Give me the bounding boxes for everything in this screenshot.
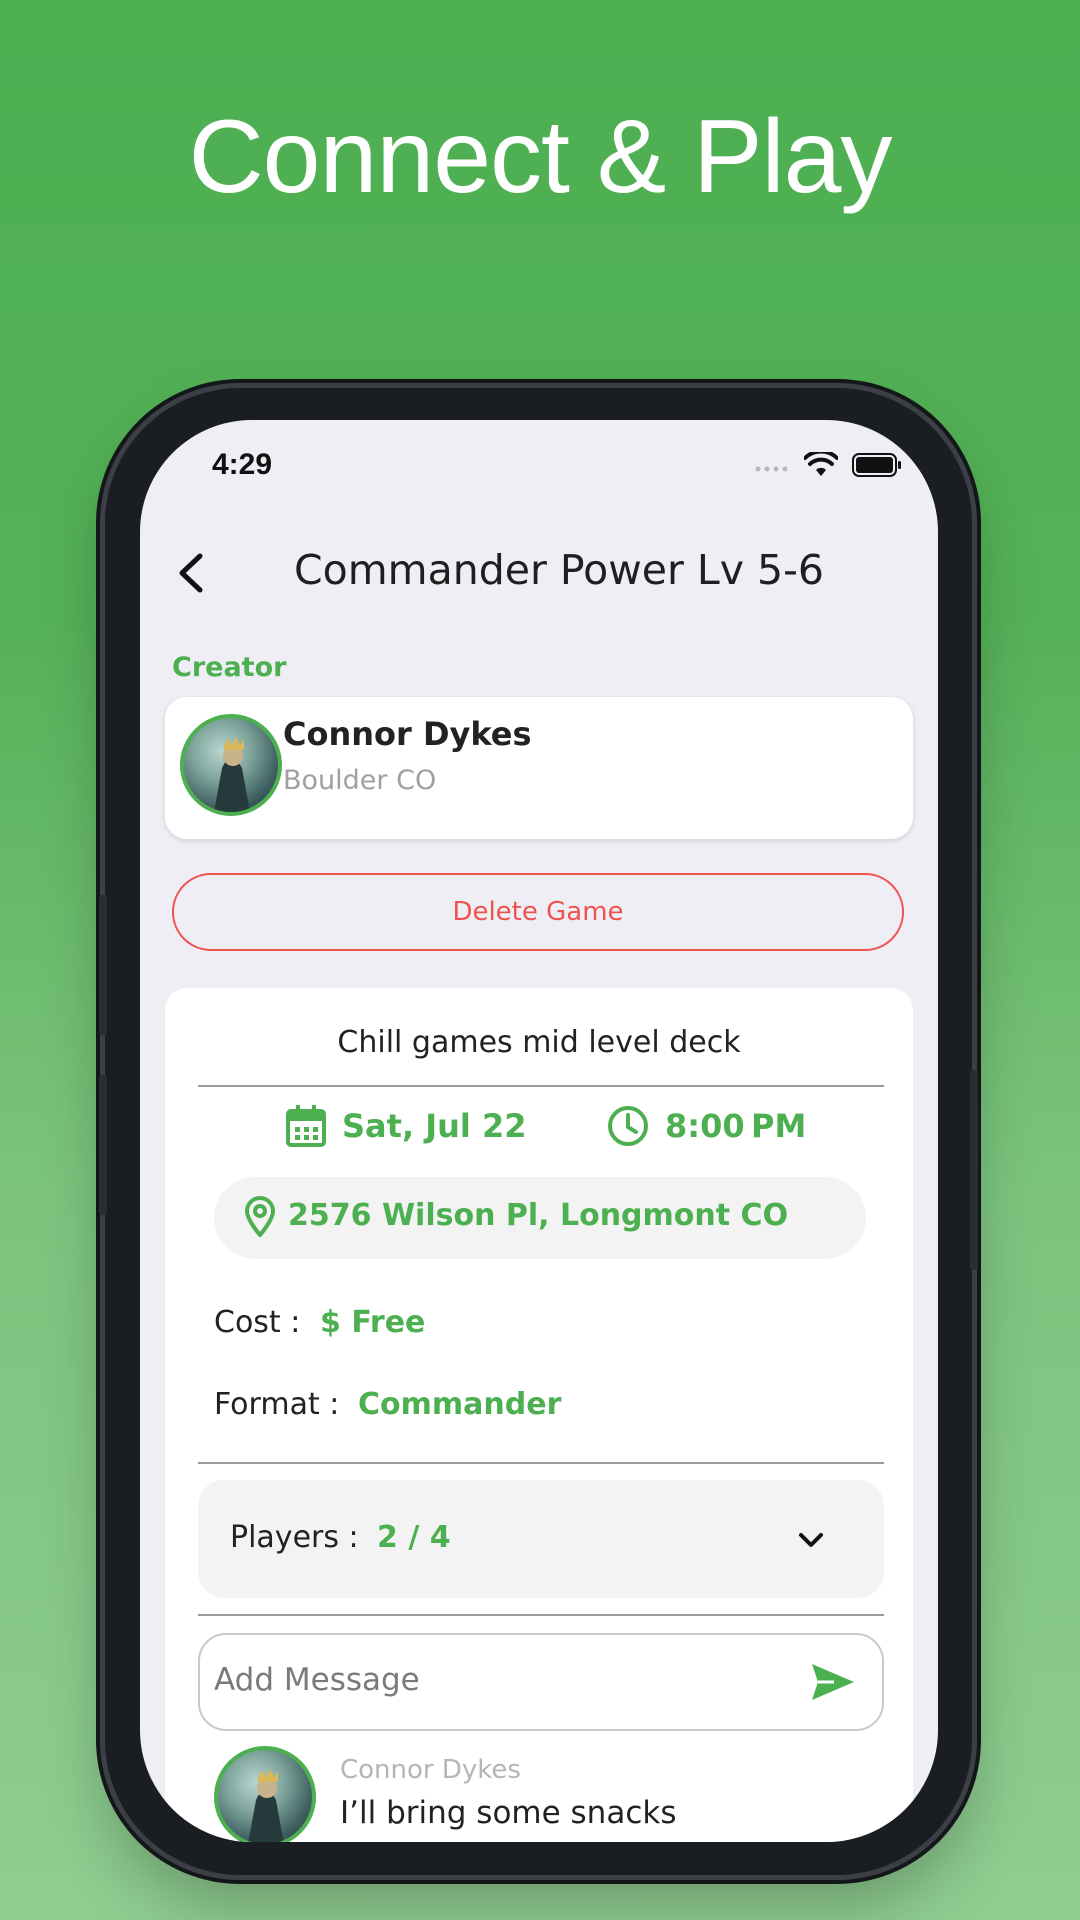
- players-value: 2 / 4: [377, 1520, 451, 1555]
- status-icons: [754, 449, 902, 482]
- delete-game-button[interactable]: Delete Game: [172, 873, 904, 951]
- calendar-icon: [286, 1105, 326, 1147]
- game-description: Chill games mid level deck: [337, 1025, 741, 1060]
- cost-label: Cost :: [214, 1305, 301, 1340]
- creator-avatar[interactable]: [180, 714, 282, 816]
- wifi-icon: [803, 449, 839, 482]
- game-time-text: 8:00 PM: [665, 1107, 807, 1145]
- signal-icon: [754, 458, 790, 477]
- phone-side-button: [99, 895, 107, 1035]
- battery-icon: [852, 453, 902, 481]
- location-pin-icon: [245, 1196, 275, 1237]
- players-label: Players :: [230, 1520, 359, 1555]
- phone-screen: 4:29 Commander Power Lv 5-6 Creator Conn…: [140, 420, 938, 1842]
- cost-value: $ Free: [320, 1305, 426, 1340]
- message-author: Connor Dykes: [340, 1755, 521, 1785]
- message-text: I’ll bring some snacks: [340, 1795, 677, 1831]
- message-avatar: [214, 1746, 316, 1842]
- chevron-down-icon[interactable]: [796, 1528, 826, 1552]
- creator-name: Connor Dykes: [283, 715, 532, 753]
- clock-icon: [608, 1106, 648, 1146]
- page-title: Commander Power Lv 5-6: [294, 546, 824, 594]
- phone-power-button: [970, 1070, 978, 1270]
- format-label: Format :: [214, 1387, 340, 1422]
- status-time: 4:29: [212, 448, 273, 481]
- game-address: 2576 Wilson Pl, Longmont CO: [288, 1198, 789, 1233]
- divider: [198, 1462, 884, 1464]
- format-value: Commander: [358, 1387, 562, 1422]
- divider: [198, 1614, 884, 1616]
- game-time: 8:00 PM: [607, 1105, 806, 1147]
- message-placeholder: Add Message: [214, 1662, 420, 1698]
- headline: Connect & Play: [188, 99, 893, 215]
- game-date-text: Sat, Jul 22: [342, 1107, 527, 1145]
- creator-section-label: Creator: [172, 652, 287, 683]
- divider: [198, 1085, 884, 1087]
- phone-side-button: [99, 1075, 107, 1215]
- creator-location: Boulder CO: [283, 765, 437, 796]
- game-date: Sat, Jul 22: [286, 1105, 527, 1147]
- send-icon[interactable]: [810, 1662, 856, 1702]
